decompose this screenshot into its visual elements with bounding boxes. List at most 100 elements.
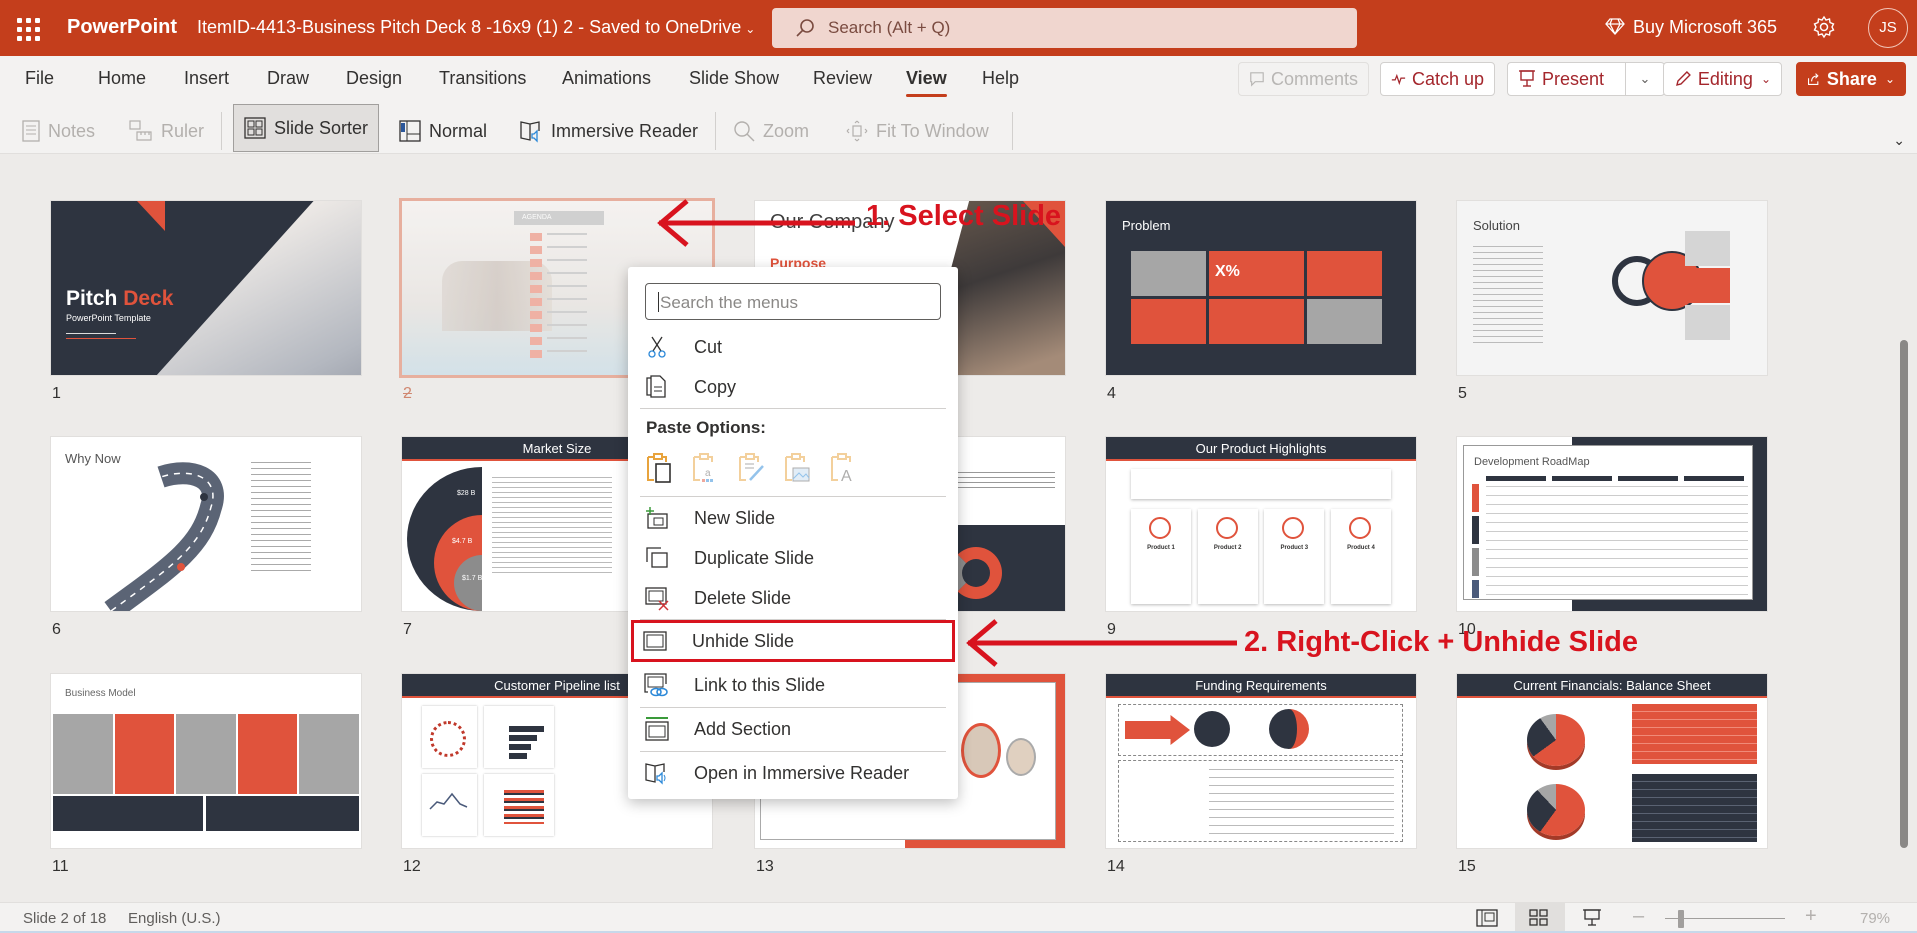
normal-view-status-icon[interactable] — [1476, 908, 1498, 928]
slide-10-title: Development RoadMap — [1474, 456, 1590, 468]
menu-divider — [640, 496, 946, 497]
vertical-scrollbar[interactable] — [1900, 340, 1908, 848]
menu-item-new-slide[interactable]: New Slide — [636, 500, 950, 536]
slide-thumbnail-14[interactable]: Funding Requirements — [1106, 674, 1416, 848]
slide-number-12: 12 — [403, 858, 421, 875]
menu-item-delete-slide[interactable]: Delete Slide — [636, 580, 950, 616]
tab-transitions[interactable]: Transitions — [439, 68, 526, 89]
new-slide-icon — [642, 505, 672, 531]
menu-item-cut[interactable]: Cut — [636, 329, 950, 365]
menu-item-copy[interactable]: Copy — [636, 369, 950, 405]
zoom-slider-thumb[interactable] — [1678, 910, 1684, 928]
slide-thumbnail-10[interactable]: Development RoadMap — [1457, 437, 1767, 611]
slide-5-cube — [1685, 305, 1730, 340]
tab-review[interactable]: Review — [813, 68, 872, 89]
user-avatar[interactable]: JS — [1868, 8, 1908, 48]
ruler-label: Ruler — [161, 120, 205, 141]
slide-thumbnail-15[interactable]: Current Financials: Balance Sheet — [1457, 674, 1767, 848]
menu-item-duplicate-slide[interactable]: Duplicate Slide — [636, 540, 950, 576]
immersive-reader-button[interactable]: Immersive Reader — [519, 112, 698, 150]
slide-15-assets-table — [1632, 704, 1757, 764]
paste-destination-styles-icon[interactable] — [736, 452, 766, 484]
slide-count-status: Slide 2 of 18 — [23, 910, 107, 927]
tab-design[interactable]: Design — [346, 68, 402, 89]
menu-item-unhide-slide[interactable]: Unhide Slide — [631, 620, 955, 662]
zoom-button[interactable]: Zoom — [733, 112, 809, 150]
slide-number-2-hidden: 2 — [403, 385, 412, 402]
slide-sorter-icon — [244, 117, 266, 139]
slide-thumbnail-4[interactable]: Problem X% — [1106, 201, 1416, 375]
slide-6-text — [251, 462, 311, 572]
slide-sorter-status-icon[interactable] — [1528, 908, 1550, 928]
paste-destination-theme-icon[interactable] — [644, 452, 674, 484]
paste-text-only-icon[interactable]: A — [828, 452, 858, 484]
slide-7-value-2: $4.7 B — [452, 538, 473, 545]
catch-up-button[interactable]: Catch up — [1380, 62, 1495, 96]
fit-to-window-button[interactable]: Fit To Window — [846, 112, 989, 150]
search-icon — [796, 19, 814, 37]
notes-button[interactable]: Notes — [22, 112, 95, 150]
language-status[interactable]: English (U.S.) — [128, 910, 221, 927]
tab-file[interactable]: File — [25, 68, 54, 89]
app-launcher-icon[interactable] — [14, 15, 40, 41]
menu-item-add-section[interactable]: Add Section — [636, 711, 950, 747]
slide-thumbnail-11[interactable]: Business Model — [51, 674, 361, 848]
menu-item-delete-slide-label: Delete Slide — [694, 587, 792, 608]
ribbon-expand-chevron-icon[interactable]: ⌄ — [1893, 132, 1905, 149]
scissors-icon — [642, 334, 672, 360]
comments-button[interactable]: Comments — [1238, 62, 1369, 96]
slide-thumbnail-6[interactable]: Why Now — [51, 437, 361, 611]
tab-slide-show[interactable]: Slide Show — [689, 68, 779, 89]
slide-number-13: 13 — [756, 858, 774, 875]
normal-view-label: Normal — [429, 120, 488, 141]
slide-number-1: 1 — [52, 385, 61, 402]
slide-7-text — [492, 477, 612, 577]
present-button[interactable]: Present — [1507, 62, 1625, 96]
slide-number-15: 15 — [1458, 858, 1476, 875]
search-box[interactable]: Search (Alt + Q) — [772, 8, 1357, 48]
tab-draw[interactable]: Draw — [267, 68, 309, 89]
tab-view[interactable]: View — [906, 68, 947, 97]
paste-keep-source-formatting-icon[interactable]: a — [690, 452, 720, 484]
zoom-in-button[interactable]: + — [1805, 905, 1817, 928]
menu-item-open-immersive-reader[interactable]: Open in Immersive Reader — [636, 755, 950, 791]
slide-1-subtitle: PowerPoint Template — [66, 313, 151, 323]
slide-sorter-button[interactable]: Slide Sorter — [233, 104, 380, 152]
tab-animations[interactable]: Animations — [562, 68, 651, 89]
editing-mode-dropdown[interactable]: Editing ⌄ — [1663, 62, 1782, 96]
slide-thumbnail-1[interactable]: Pitch Deck PowerPoint Template — [51, 201, 361, 375]
slide-5-cube — [1685, 231, 1730, 266]
slide-sorter-area: Pitch Deck PowerPoint Template 1 AGENDA … — [0, 155, 1917, 905]
ruler-button[interactable]: Ruler — [129, 112, 204, 150]
slide-number-14: 14 — [1107, 858, 1125, 875]
zoom-out-button[interactable]: – — [1633, 905, 1644, 928]
tab-home[interactable]: Home — [98, 68, 146, 89]
slide-8-text — [955, 472, 1055, 490]
document-title[interactable]: ItemID-4413-Business Pitch Deck 8 -16x9 … — [197, 17, 755, 38]
paste-picture-icon[interactable] — [782, 452, 812, 484]
menu-search-input[interactable]: Search the menus — [645, 283, 941, 320]
normal-view-button[interactable]: Normal — [399, 112, 487, 150]
share-button[interactable]: Share ⌄ — [1796, 62, 1906, 96]
app-name[interactable]: PowerPoint — [67, 16, 177, 39]
menu-search-placeholder: Search the menus — [660, 293, 798, 312]
settings-gear-icon[interactable] — [1812, 15, 1836, 39]
slide-7-value-1: $28 B — [457, 490, 476, 497]
slide-thumbnail-5[interactable]: Solution — [1457, 201, 1767, 375]
buy-microsoft-365-link[interactable]: Buy Microsoft 365 — [1605, 16, 1777, 38]
menu-divider — [640, 751, 946, 752]
slideshow-status-icon[interactable] — [1581, 908, 1603, 928]
slide-10-panel: Development RoadMap — [1463, 445, 1753, 600]
copy-icon — [642, 374, 672, 400]
delete-slide-icon — [642, 585, 672, 611]
tab-help[interactable]: Help — [982, 68, 1019, 89]
comments-label: Comments — [1270, 68, 1358, 89]
present-options-dropdown[interactable]: ⌄ — [1625, 62, 1665, 96]
slide-9-product-card: Product 1 — [1131, 509, 1191, 604]
share-icon — [1808, 73, 1819, 85]
zoom-percent[interactable]: 79% — [1860, 910, 1890, 927]
tab-insert[interactable]: Insert — [184, 68, 229, 89]
menu-item-link-to-slide[interactable]: Link to this Slide — [636, 667, 950, 703]
present-label: Present — [1542, 68, 1605, 89]
slide-thumbnail-9[interactable]: Our Product Highlights Product 1 Product… — [1106, 437, 1416, 611]
